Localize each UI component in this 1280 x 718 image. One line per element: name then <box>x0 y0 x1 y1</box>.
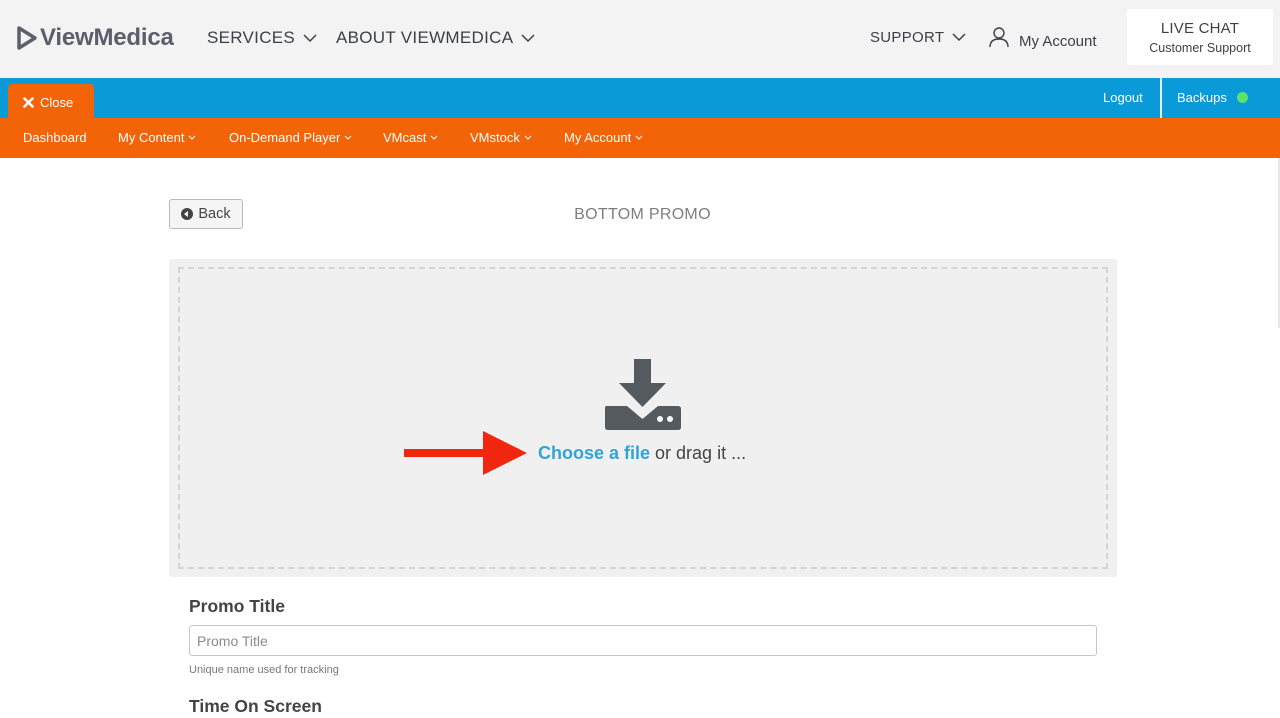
backups-label: Backups <box>1177 90 1227 105</box>
user-icon <box>989 27 1009 48</box>
promo-title-help: Unique name used for tracking <box>189 664 339 676</box>
chevron-down-icon <box>521 33 535 42</box>
nav-support-label: SUPPORT <box>870 29 945 46</box>
sub-nav-label: On-Demand Player <box>229 130 341 145</box>
download-tray-icon <box>605 359 681 430</box>
close-x-icon <box>23 96 34 108</box>
chevron-down-icon <box>635 135 643 140</box>
page-title: BOTTOM PROMO <box>574 206 711 223</box>
sub-nav-vmcast[interactable]: VMcast <box>383 130 438 145</box>
sub-nav-label: VMstock <box>470 130 520 145</box>
live-chat-button[interactable]: LIVE CHAT Customer Support <box>1127 9 1273 65</box>
chevron-down-icon <box>430 135 438 140</box>
sub-nav-my-content[interactable]: My Content <box>118 130 196 145</box>
backups-link[interactable]: Backups <box>1177 90 1248 105</box>
sub-nav-label: My Account <box>564 130 632 145</box>
backups-status-dot <box>1236 92 1248 103</box>
viewmedica-logo[interactable]: ViewMedica <box>16 24 174 52</box>
sub-nav-dashboard[interactable]: Dashboard <box>23 130 87 145</box>
nav-services[interactable]: SERVICES <box>207 28 317 48</box>
chevron-down-icon <box>524 135 532 140</box>
sub-nav-label: My Content <box>118 130 185 145</box>
live-chat-subtitle: Customer Support <box>1149 41 1251 55</box>
drag-text: or drag it ... <box>650 443 747 463</box>
upload-prompt: Choose a file or drag it ... <box>538 443 746 464</box>
sub-nav-vmstock[interactable]: VMstock <box>470 130 532 145</box>
choose-file-link[interactable]: Choose a file <box>538 443 650 463</box>
account-link[interactable]: My Account <box>989 27 1097 50</box>
play-triangle-icon <box>17 26 37 50</box>
red-arrow-icon <box>404 431 527 475</box>
nav-about-label: ABOUT VIEWMEDICA <box>336 28 514 47</box>
sub-nav-on-demand-player[interactable]: On-Demand Player <box>229 130 352 145</box>
promo-title-label: Promo Title <box>189 596 285 616</box>
close-label: Close <box>40 94 74 110</box>
toolbar-divider <box>1160 78 1162 118</box>
nav-services-label: SERVICES <box>207 28 296 47</box>
chevron-down-icon <box>344 135 352 140</box>
time-on-screen-label: Time On Screen <box>189 696 322 716</box>
promo-title-input[interactable] <box>189 625 1097 656</box>
chevron-down-icon <box>303 33 317 42</box>
chevron-down-icon <box>952 33 966 42</box>
logo-text: ViewMedica <box>40 24 174 51</box>
sub-nav-label: VMcast <box>383 130 427 145</box>
sub-nav-my-account[interactable]: My Account <box>564 130 643 145</box>
live-chat-title: LIVE CHAT <box>1160 20 1240 37</box>
top-header: ViewMedica SERVICES ABOUT VIEWMEDICA SUP… <box>0 0 1280 78</box>
admin-toolbar <box>0 78 1280 118</box>
sub-nav-label: Dashboard <box>23 130 87 145</box>
account-label: My Account <box>1019 33 1097 50</box>
close-button[interactable]: Close <box>8 84 94 120</box>
logout-link[interactable]: Logout <box>1103 90 1143 105</box>
nav-about-viewmedica[interactable]: ABOUT VIEWMEDICA <box>336 28 535 48</box>
chevron-down-icon <box>189 135 196 140</box>
nav-support[interactable]: SUPPORT <box>870 29 966 46</box>
